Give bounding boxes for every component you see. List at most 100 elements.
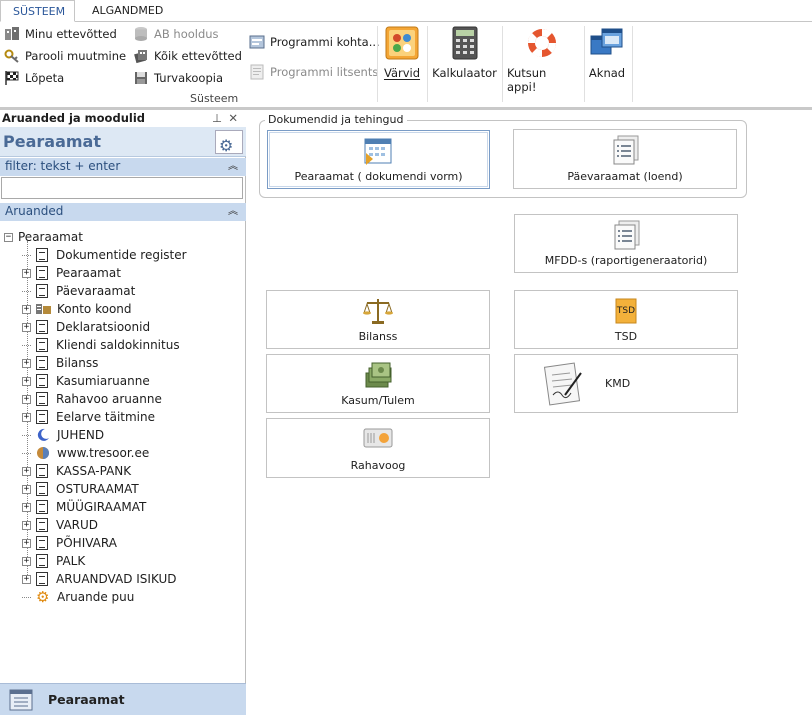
expand-toggle[interactable]: + — [22, 538, 31, 548]
app-window: { "tabs": [ {"label": "SÜSTEEM", "active… — [0, 0, 812, 715]
tile-bilanss[interactable]: Bilanss — [266, 290, 490, 349]
expand-toggle[interactable]: + — [22, 376, 31, 386]
about-program-button[interactable]: Programmi kohta... — [249, 32, 380, 52]
tree-item[interactable]: Päevaraamat — [22, 282, 135, 300]
tree-item[interactable]: + OSTURAAMAT — [22, 480, 139, 498]
expand-toggle[interactable]: + — [22, 304, 31, 314]
colors-button[interactable]: Värvid — [384, 26, 420, 80]
windows-button[interactable]: Aknad — [589, 26, 625, 80]
tree-item[interactable]: + Konto koond — [22, 300, 132, 318]
tree-item[interactable]: + Pearaamat — [22, 264, 121, 282]
tree-connector — [22, 452, 31, 454]
tree-item[interactable]: Dokumentide register — [22, 246, 187, 264]
globe-icon — [36, 446, 50, 460]
tile-paevaraamat[interactable]: Päevaraamat (loend) — [513, 129, 737, 189]
expand-toggle[interactable]: + — [22, 466, 31, 476]
collapse-toggle[interactable]: − — [4, 232, 13, 242]
tree-item[interactable]: + PALK — [22, 552, 85, 570]
expand-toggle[interactable]: + — [22, 484, 31, 494]
db-maintenance-button[interactable]: AB hooldus — [133, 24, 219, 44]
tile-kasum-tulem[interactable]: Kasum/Tulem — [266, 354, 490, 413]
document-icon — [36, 410, 48, 424]
my-companies-button[interactable]: Minu ettevõtted — [4, 24, 117, 44]
tree-connector — [22, 434, 31, 436]
tree-item[interactable]: + Bilanss — [22, 354, 98, 372]
module-title-bar: Pearaamat ⚙ — [0, 127, 246, 157]
companies-icon — [4, 26, 20, 42]
tree-item[interactable]: + MÜÜGIRAAMAT — [22, 498, 146, 516]
tree-item[interactable]: + KASSA-PANK — [22, 462, 131, 480]
tree-item[interactable]: ⚙ Aruande puu — [22, 588, 134, 606]
tree-item[interactable]: + Kasumiaruanne — [22, 372, 150, 390]
change-password-button[interactable]: Parooli muutmine — [4, 46, 126, 66]
settings-button[interactable]: ⚙ — [215, 130, 243, 155]
module-footer[interactable]: Pearaamat — [0, 683, 246, 715]
gear-icon: ⚙ — [36, 588, 50, 606]
lifebuoy-icon — [525, 26, 559, 60]
expand-toggle[interactable]: + — [22, 574, 31, 584]
exit-button[interactable]: Lõpeta — [4, 68, 64, 88]
windows-icon — [590, 26, 624, 60]
tree-item[interactable]: www.tresoor.ee — [22, 444, 149, 462]
tile-tsd[interactable]: TSD TSD — [514, 290, 738, 349]
document-icon — [36, 482, 48, 496]
document-icon — [36, 464, 48, 478]
document-icon — [36, 248, 48, 262]
backup-button[interactable]: Turvakoopia — [133, 68, 223, 88]
money-icon — [362, 359, 394, 391]
scales-icon — [362, 295, 394, 327]
tree-item[interactable]: + Rahavoo aruanne — [22, 390, 162, 408]
tree-root[interactable]: − Pearaamat — [4, 228, 83, 246]
ledger-icon — [8, 688, 34, 712]
collapse-icon[interactable]: ︽ — [228, 203, 238, 220]
collapse-icon[interactable]: ︽ — [228, 158, 238, 175]
tree-item[interactable]: JUHEND — [22, 426, 104, 444]
call-help-button[interactable]: Kutsun appi! — [507, 26, 577, 94]
expand-toggle[interactable]: + — [22, 502, 31, 512]
expand-toggle[interactable]: + — [22, 322, 31, 332]
tile-mfdd[interactable]: MFDD-s (raportigeneraatorid) — [514, 214, 738, 273]
all-companies-button[interactable]: Kõik ettevõtted — [133, 46, 242, 66]
calculator-button[interactable]: Kalkulaator — [432, 26, 497, 80]
tree-item[interactable]: + PÕHIVARA — [22, 534, 117, 552]
tree-connector — [22, 344, 31, 346]
document-icon — [36, 284, 48, 298]
tile-rahavoog[interactable]: Rahavoog — [266, 418, 490, 478]
document-icon — [36, 338, 48, 352]
reports-bar[interactable]: Aruanded ︽ — [0, 203, 246, 221]
document-list-icon — [609, 134, 641, 166]
filter-bar[interactable]: filter: tekst + enter ︽ — [0, 158, 246, 176]
filter-input[interactable] — [1, 177, 243, 199]
main-area: Dokumendid ja tehingud Pearaamat ( dokum… — [251, 110, 812, 715]
tree-connector — [22, 254, 31, 256]
expand-toggle[interactable]: + — [22, 394, 31, 404]
document-icon — [36, 320, 48, 334]
tree-item[interactable]: Kliendi saldokinnitus — [22, 336, 180, 354]
tab-algandmed[interactable]: ALGANDMED — [80, 0, 175, 22]
program-license-button[interactable]: Programmi litsents — [249, 62, 378, 82]
tree-item[interactable]: + ARUANDVAD ISIKUD — [22, 570, 177, 588]
document-icon — [36, 374, 48, 388]
tree-item[interactable]: + Deklaratsioonid — [22, 318, 150, 336]
pin-icon[interactable]: ⊥ — [212, 110, 222, 126]
module-title: Pearaamat — [3, 132, 101, 151]
key-icon — [4, 48, 20, 64]
tree-item[interactable]: + VARUD — [22, 516, 98, 534]
tree-connector — [22, 596, 31, 598]
document-icon — [36, 572, 48, 586]
tree-connector — [22, 290, 31, 292]
tree-item[interactable]: + Eelarve täitmine — [22, 408, 155, 426]
tab-susteem[interactable]: SÜSTEEM — [0, 0, 75, 22]
ribbon-separator — [502, 26, 503, 102]
database-icon — [133, 26, 149, 42]
expand-toggle[interactable]: + — [22, 268, 31, 278]
expand-toggle[interactable]: + — [22, 412, 31, 422]
expand-toggle[interactable]: + — [22, 520, 31, 530]
expand-toggle[interactable]: + — [22, 556, 31, 566]
tile-kmd[interactable]: KMD — [514, 354, 738, 413]
tile-pearaamat-form[interactable]: Pearaamat ( dokumendi vorm) — [267, 130, 490, 189]
program-info-icon — [249, 34, 265, 50]
all-companies-icon — [133, 48, 149, 64]
expand-toggle[interactable]: + — [22, 358, 31, 368]
close-icon[interactable]: ✕ — [228, 110, 238, 126]
